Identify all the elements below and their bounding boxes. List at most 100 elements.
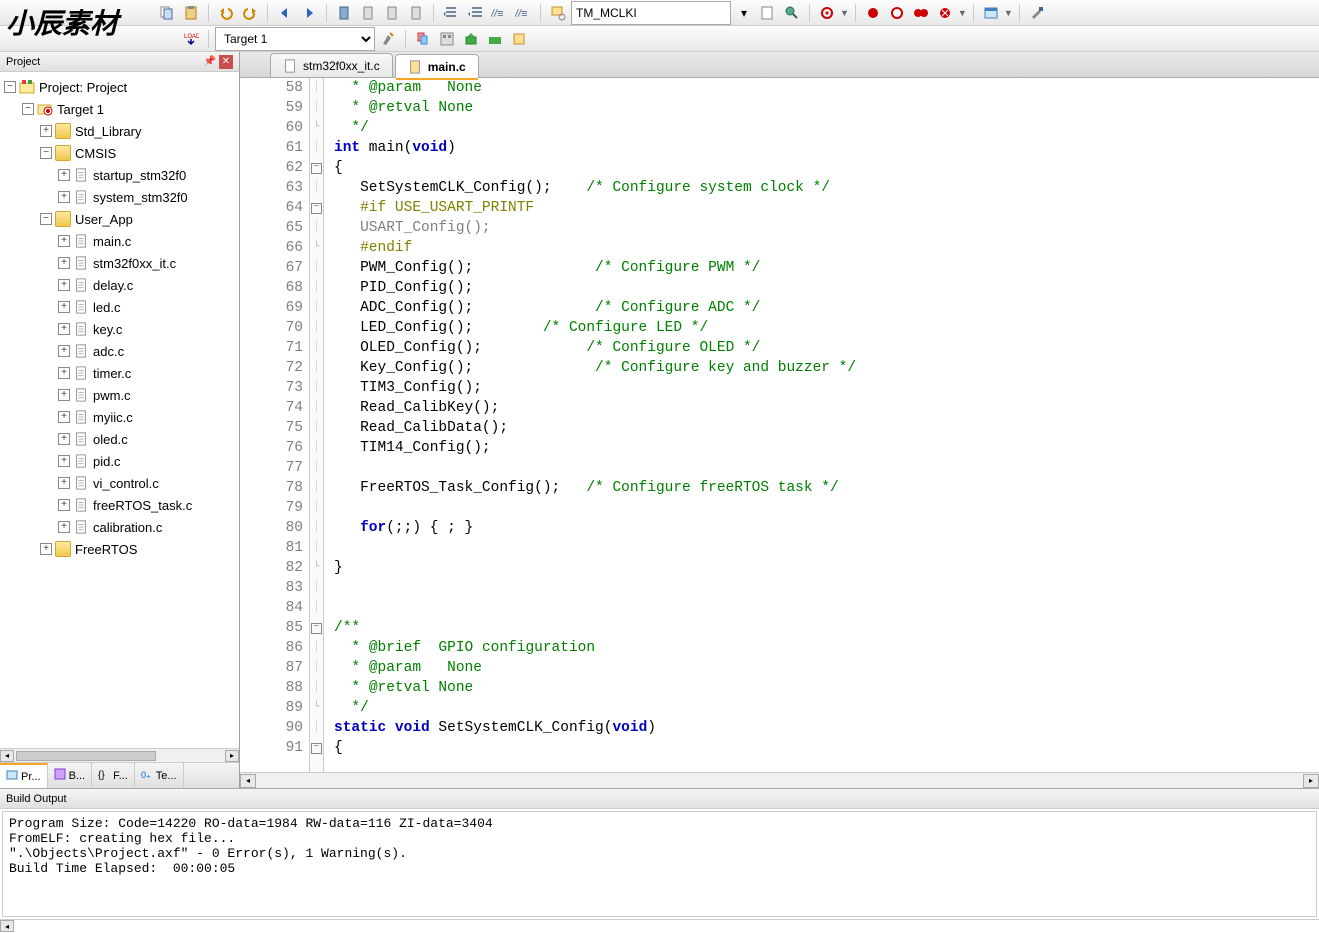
expand-icon[interactable]: + [58, 521, 70, 533]
expand-icon[interactable]: + [58, 169, 70, 181]
scroll-right-icon[interactable]: ▸ [225, 750, 239, 762]
expand-icon[interactable]: + [58, 323, 70, 335]
fold-minus-icon[interactable]: − [311, 743, 322, 754]
tree-item[interactable]: +startup_stm32f0 [0, 164, 239, 186]
breakpoint-window-icon[interactable] [934, 2, 956, 24]
copy-icon[interactable] [156, 2, 178, 24]
undo-icon[interactable] [215, 2, 237, 24]
tree-item[interactable]: +timer.c [0, 362, 239, 384]
file-tab[interactable]: main.c [395, 54, 479, 78]
window-icon[interactable] [980, 2, 1002, 24]
redo-icon[interactable] [239, 2, 261, 24]
nav-back-icon[interactable] [274, 2, 296, 24]
configure-icon[interactable] [1026, 2, 1048, 24]
scroll-left-icon[interactable]: ◂ [0, 750, 14, 762]
load-icon[interactable]: LOAD [180, 28, 202, 50]
tree-item[interactable]: +stm32f0xx_it.c [0, 252, 239, 274]
expand-icon[interactable]: + [58, 257, 70, 269]
scroll-right-icon[interactable]: ▸ [1303, 774, 1319, 788]
breakpoint-insert-icon[interactable] [862, 2, 884, 24]
tree-item[interactable]: +main.c [0, 230, 239, 252]
project-tree[interactable]: −Project: Project−Target 1+Std_Library−C… [0, 72, 239, 748]
bookmark-clear-icon[interactable] [405, 2, 427, 24]
find-input[interactable] [571, 1, 731, 25]
fold-minus-icon[interactable]: − [311, 163, 322, 174]
manage-env-icon[interactable] [436, 28, 458, 50]
expand-icon[interactable]: − [40, 147, 52, 159]
tree-item[interactable]: +FreeRTOS [0, 538, 239, 560]
panel-tab[interactable]: Pr... [0, 763, 48, 788]
panel-tab[interactable]: 0₊Te... [135, 763, 184, 788]
find-dropdown-icon[interactable]: ▾ [733, 2, 755, 24]
tree-item[interactable]: +key.c [0, 318, 239, 340]
expand-icon[interactable]: + [58, 433, 70, 445]
uncomment-icon[interactable]: //≡ [512, 2, 534, 24]
tree-item[interactable]: +system_stm32f0 [0, 186, 239, 208]
code-editor[interactable]: 5859606162636465666768697071727374757677… [240, 78, 1319, 772]
tree-item[interactable]: −User_App [0, 208, 239, 230]
scroll-left-icon[interactable]: ◂ [240, 774, 256, 788]
pin-icon[interactable]: 📌 [203, 55, 217, 69]
expand-icon[interactable]: + [40, 543, 52, 555]
code-content[interactable]: * @param None * @retval None */int main(… [324, 78, 1319, 772]
breakpoint-disable-icon[interactable] [886, 2, 908, 24]
tree-item[interactable]: +pwm.c [0, 384, 239, 406]
find-icon[interactable] [547, 2, 569, 24]
expand-icon[interactable]: + [58, 411, 70, 423]
tree-item[interactable]: +calibration.c [0, 516, 239, 538]
build-hscrollbar[interactable]: ◂ [0, 919, 1319, 933]
close-panel-icon[interactable]: ✕ [219, 55, 233, 69]
options-icon[interactable] [377, 28, 399, 50]
expand-icon[interactable]: + [58, 477, 70, 489]
tree-hscrollbar[interactable]: ◂ ▸ [0, 748, 239, 762]
paste-icon[interactable] [180, 2, 202, 24]
build-icon[interactable] [460, 28, 482, 50]
expand-icon[interactable]: + [58, 301, 70, 313]
debug-icon[interactable] [816, 2, 838, 24]
fold-minus-icon[interactable]: − [311, 203, 322, 214]
tree-item[interactable]: −Project: Project [0, 76, 239, 98]
expand-icon[interactable]: + [58, 279, 70, 291]
panel-tab[interactable]: B... [48, 763, 93, 788]
expand-icon[interactable]: + [58, 235, 70, 247]
tree-item[interactable]: +pid.c [0, 450, 239, 472]
tree-item[interactable]: −CMSIS [0, 142, 239, 164]
tree-item[interactable]: +delay.c [0, 274, 239, 296]
expand-icon[interactable]: + [58, 389, 70, 401]
tree-item[interactable]: +myiic.c [0, 406, 239, 428]
bookmark-prev-icon[interactable] [357, 2, 379, 24]
file-ext-icon[interactable] [412, 28, 434, 50]
tree-item[interactable]: −Target 1 [0, 98, 239, 120]
incremental-find-icon[interactable] [781, 2, 803, 24]
tree-item[interactable]: +Std_Library [0, 120, 239, 142]
editor-hscrollbar[interactable]: ◂ ▸ [240, 772, 1319, 788]
tree-item[interactable]: +freeRTOS_task.c [0, 494, 239, 516]
bookmark-next-icon[interactable] [381, 2, 403, 24]
indent-icon[interactable] [440, 2, 462, 24]
tree-item[interactable]: +adc.c [0, 340, 239, 362]
scroll-thumb[interactable] [16, 751, 156, 761]
tree-item[interactable]: +oled.c [0, 428, 239, 450]
expand-icon[interactable]: + [40, 125, 52, 137]
fold-gutter[interactable]: ││└│−│−│└│││││││││││││││└││−│││└│− [310, 78, 324, 772]
expand-icon[interactable]: + [58, 367, 70, 379]
expand-icon[interactable]: + [58, 455, 70, 467]
outdent-icon[interactable] [464, 2, 486, 24]
find-in-files-icon[interactable] [757, 2, 779, 24]
build-output-text[interactable]: Program Size: Code=14220 RO-data=1984 RW… [2, 811, 1317, 917]
batch-build-icon[interactable] [508, 28, 530, 50]
panel-tab[interactable]: {}F... [92, 763, 135, 788]
file-tab[interactable]: stm32f0xx_it.c [270, 53, 393, 77]
expand-icon[interactable]: − [4, 81, 16, 93]
scroll-left-icon[interactable]: ◂ [0, 920, 14, 932]
expand-icon[interactable]: + [58, 345, 70, 357]
nav-forward-icon[interactable] [298, 2, 320, 24]
expand-icon[interactable]: − [40, 213, 52, 225]
tree-item[interactable]: +led.c [0, 296, 239, 318]
bookmark-icon[interactable] [333, 2, 355, 24]
expand-icon[interactable]: − [22, 103, 34, 115]
fold-minus-icon[interactable]: − [311, 623, 322, 634]
breakpoint-kill-icon[interactable] [910, 2, 932, 24]
rebuild-icon[interactable] [484, 28, 506, 50]
comment-icon[interactable]: //≡ [488, 2, 510, 24]
